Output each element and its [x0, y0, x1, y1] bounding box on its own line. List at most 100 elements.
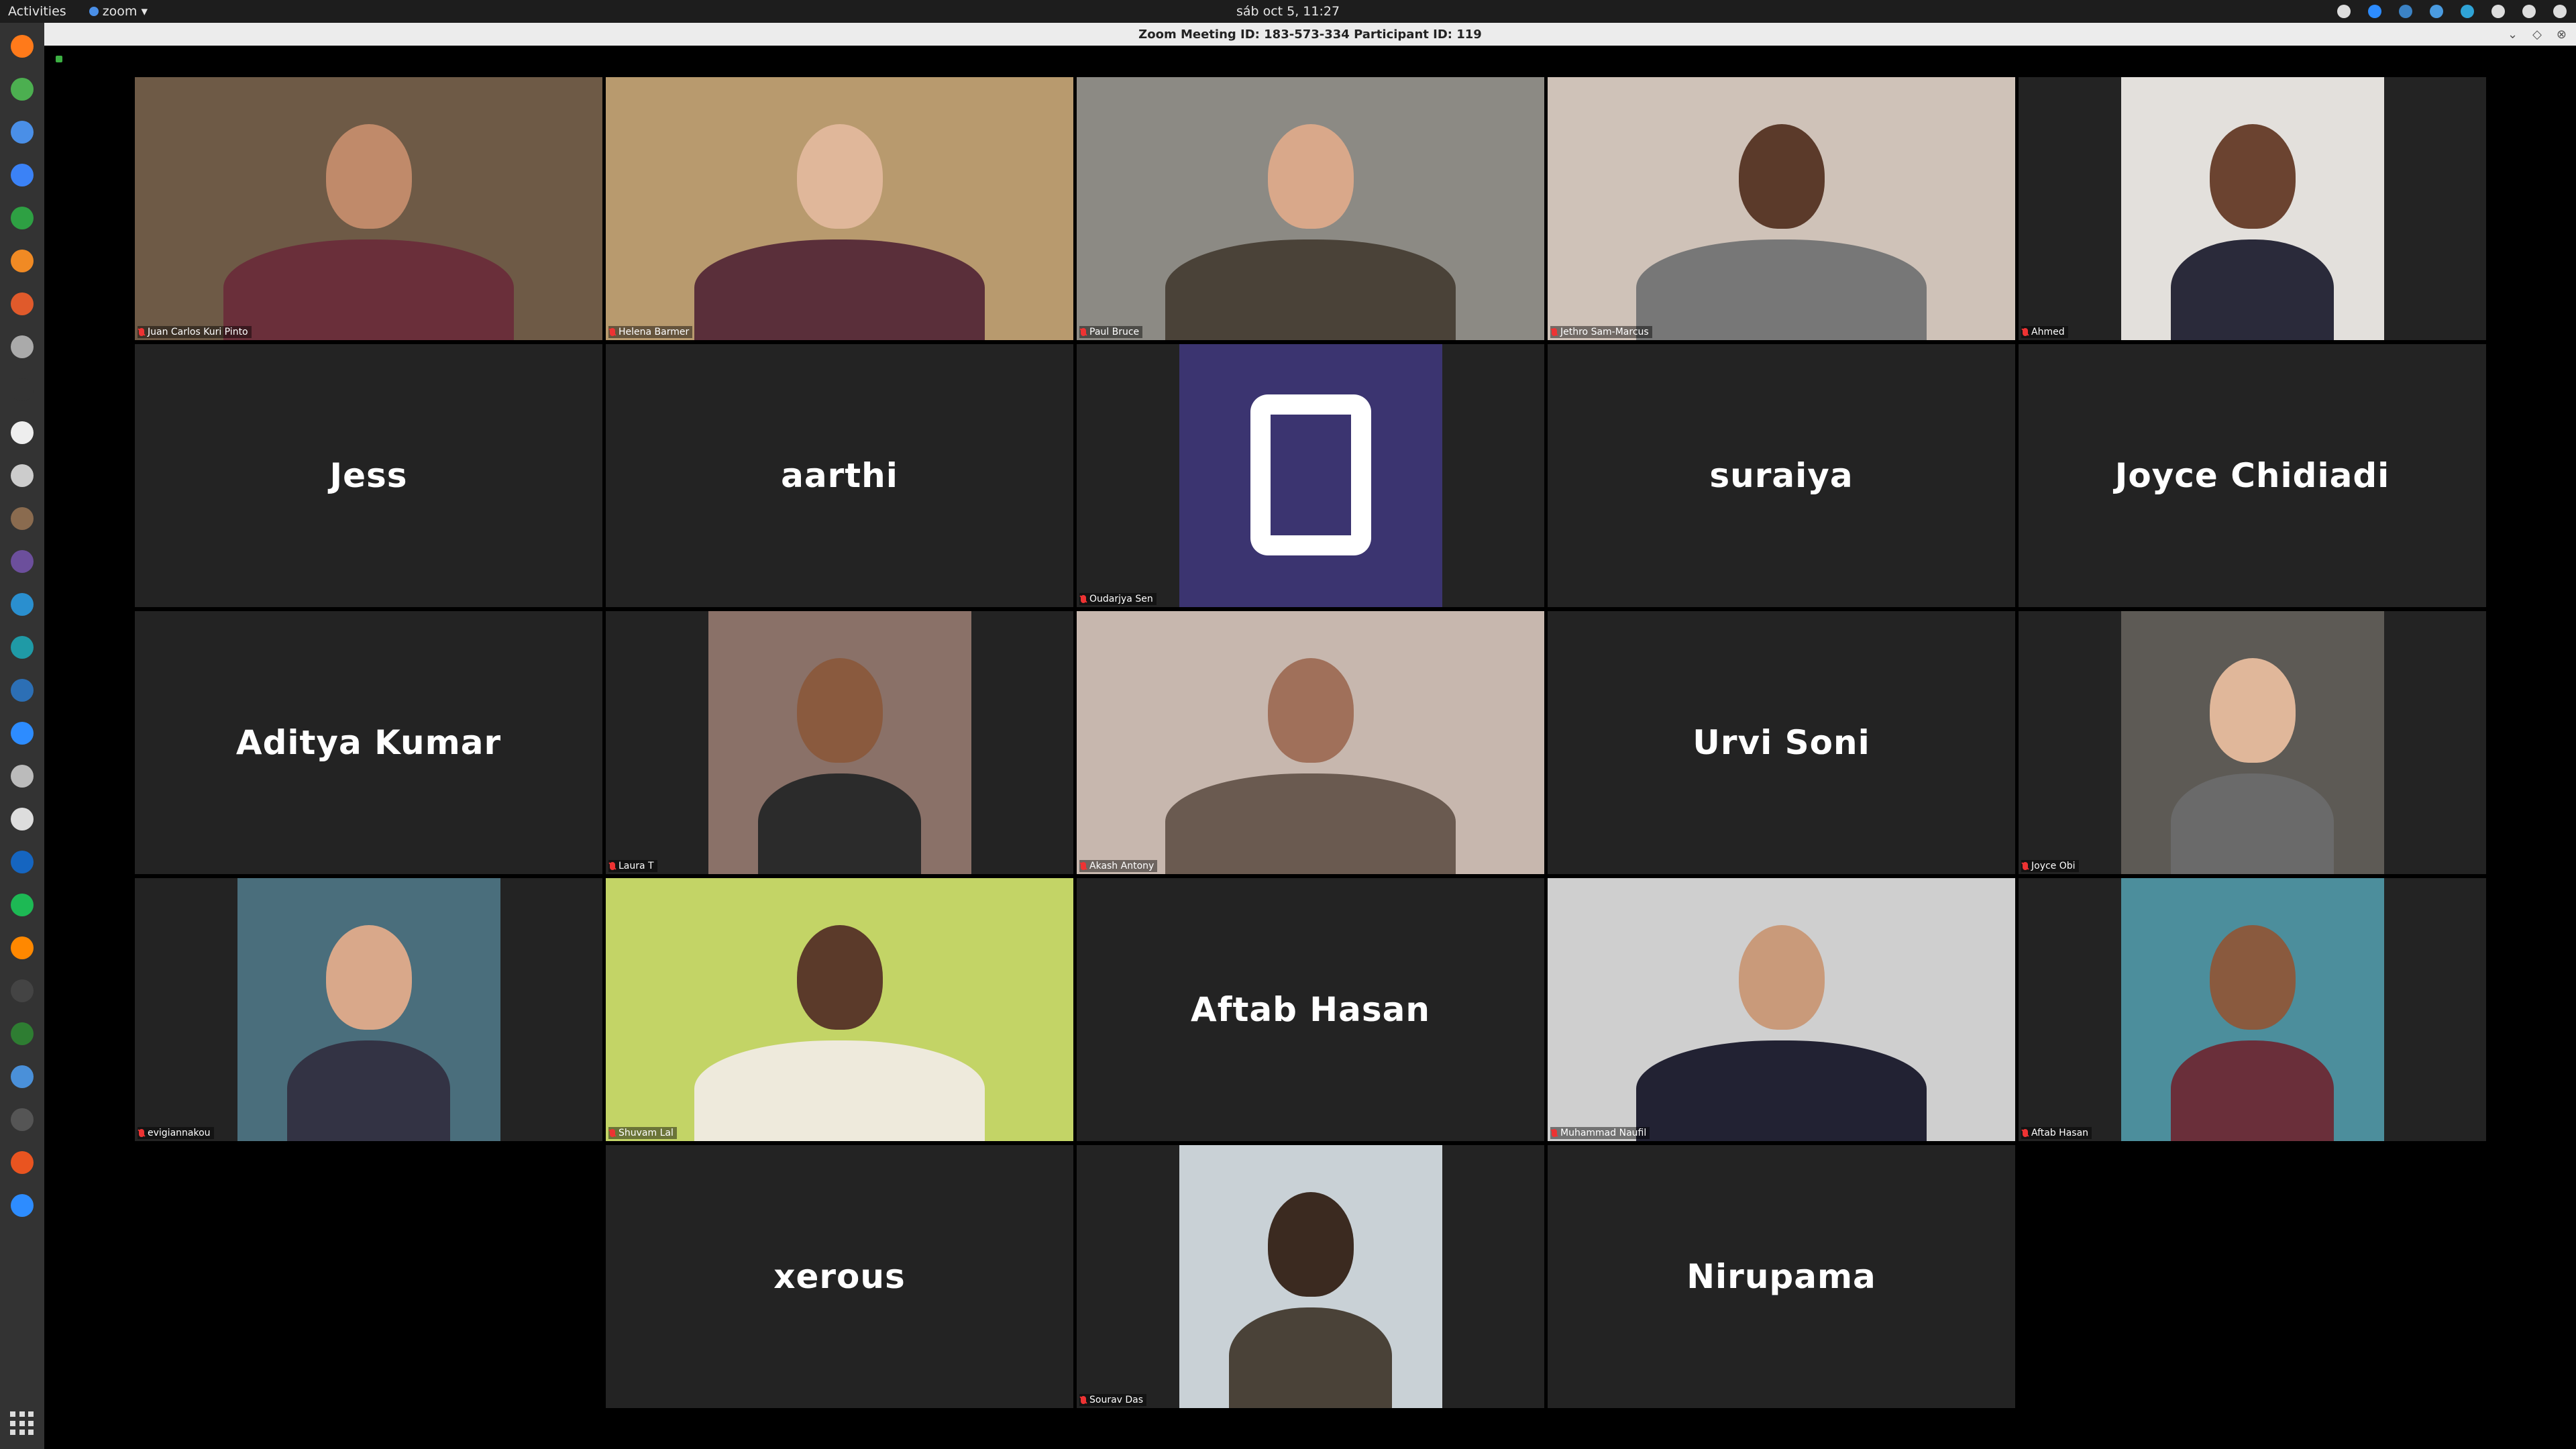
- chromium-icon[interactable]: [8, 118, 36, 146]
- gimp-icon[interactable]: [8, 504, 36, 533]
- participant-tile[interactable]: Akash Antony: [1077, 611, 1544, 874]
- clock[interactable]: sáb oct 5, 11:27: [0, 4, 2576, 19]
- participant-name-label: Aftab Hasan: [2021, 1127, 2092, 1139]
- zoom-meeting-icon[interactable]: [8, 1191, 36, 1220]
- close-icon[interactable]: ⊗: [2557, 28, 2567, 42]
- disc-icon[interactable]: [8, 462, 36, 490]
- muted-mic-icon: [1552, 328, 1557, 336]
- gnome-icon[interactable]: [8, 1020, 36, 1048]
- terminal-icon[interactable]: [8, 376, 36, 404]
- participant-tile[interactable]: Urvi Soni: [1548, 611, 2015, 874]
- participant-face: [2209, 124, 2296, 229]
- chrome-icon[interactable]: [8, 75, 36, 103]
- participant-tile[interactable]: Muhammad Naufil: [1548, 878, 2015, 1141]
- firefox-glyph: [11, 35, 34, 58]
- monitor-icon[interactable]: [8, 1106, 36, 1134]
- participant-tile[interactable]: Aftab Hasan: [1077, 878, 1544, 1141]
- power-mode-icon[interactable]: [2461, 5, 2474, 18]
- text-editor-icon[interactable]: [8, 419, 36, 447]
- encryption-lock-icon[interactable]: [56, 56, 62, 62]
- dropbox-icon[interactable]: [2399, 5, 2412, 18]
- firefox-icon[interactable]: [8, 32, 36, 60]
- participant-tile[interactable]: Jethro Sam-Marcus: [1548, 77, 2015, 340]
- spotify-icon[interactable]: [8, 891, 36, 919]
- arduino-icon[interactable]: [8, 633, 36, 661]
- sheets-icon[interactable]: [8, 204, 36, 232]
- participant-tile[interactable]: Sourav Das: [1077, 1145, 1544, 1408]
- accessibility-icon[interactable]: [2337, 5, 2351, 18]
- globe-glyph: [11, 593, 34, 616]
- participant-body: [757, 773, 921, 874]
- participant-body: [2170, 1040, 2334, 1141]
- gimp-glyph: [11, 507, 34, 530]
- participant-face: [2209, 925, 2296, 1030]
- show-applications-icon[interactable]: [10, 1411, 34, 1436]
- chrome-glyph: [11, 78, 34, 101]
- network-icon[interactable]: [2491, 5, 2505, 18]
- participant-tile[interactable]: Ahmed: [2019, 77, 2486, 340]
- participant-tile[interactable]: Helena Barmer: [606, 77, 1073, 340]
- activities-button[interactable]: Activities: [8, 4, 66, 19]
- participant-body: [694, 239, 985, 340]
- participant-tile[interactable]: Paul Bruce: [1077, 77, 1544, 340]
- globe-icon[interactable]: [8, 590, 36, 619]
- minimize-icon[interactable]: ⌄: [2508, 28, 2518, 42]
- participant-name-label: Ahmed: [2021, 326, 2068, 338]
- ubuntu-icon[interactable]: [8, 1148, 36, 1177]
- app-menu[interactable]: zoom ▾: [89, 4, 148, 19]
- restore-icon[interactable]: ◇: [2532, 28, 2542, 42]
- spotify-glyph: [11, 894, 34, 916]
- inkscape-icon[interactable]: [8, 676, 36, 704]
- participant-name-label: evigiannakou: [138, 1127, 214, 1139]
- keyboard-icon[interactable]: [8, 805, 36, 833]
- bluetooth-icon[interactable]: [2430, 5, 2443, 18]
- zoom-icon[interactable]: [8, 719, 36, 747]
- participant-tile[interactable]: aarthi: [606, 344, 1073, 607]
- participant-video: [1548, 77, 2015, 340]
- virtualbox-icon[interactable]: [8, 848, 36, 876]
- participant-tile[interactable]: Juan Carlos Kuri Pinto: [135, 77, 602, 340]
- participant-body: [694, 1040, 985, 1141]
- participant-face: [1738, 124, 1825, 229]
- participant-tile[interactable]: Shuvam Lal: [606, 878, 1073, 1141]
- ubuntu-glyph: [11, 1151, 34, 1174]
- participant-tile[interactable]: Joyce Obi: [2019, 611, 2486, 874]
- tools-icon[interactable]: [8, 333, 36, 361]
- participant-name-placeholder: Joyce Chidiadi: [2114, 456, 2390, 495]
- slides-icon[interactable]: [8, 247, 36, 275]
- software-center-icon[interactable]: [8, 290, 36, 318]
- participant-tile[interactable]: Aditya Kumar: [135, 611, 602, 874]
- participant-name-label: Paul Bruce: [1079, 326, 1143, 338]
- participant-tile[interactable]: evigiannakou: [135, 878, 602, 1141]
- participant-tile[interactable]: Nirupama: [1548, 1145, 2015, 1408]
- participant-tile[interactable]: Joyce Chidiadi: [2019, 344, 2486, 607]
- participant-tile[interactable]: suraiya: [1548, 344, 2015, 607]
- vlc-icon[interactable]: [8, 934, 36, 962]
- participant-name-placeholder: aarthi: [781, 456, 898, 495]
- participant-video: [1077, 77, 1544, 340]
- participant-face: [1267, 124, 1354, 229]
- meeting-gallery: Juan Carlos Kuri Pinto Helena Barmer Paul …: [44, 46, 2576, 1449]
- files-icon[interactable]: [8, 762, 36, 790]
- participant-video: [237, 878, 500, 1141]
- volume-icon[interactable]: [2522, 5, 2536, 18]
- participant-video: [1077, 611, 1544, 874]
- window-title-bar: Zoom Meeting ID: 183-573-334 Participant…: [44, 23, 2576, 46]
- screen-icon[interactable]: [8, 977, 36, 1005]
- world-icon[interactable]: [8, 1063, 36, 1091]
- participant-tile[interactable]: Laura T: [606, 611, 1073, 874]
- muted-mic-icon: [610, 1129, 615, 1137]
- power-icon[interactable]: [2553, 5, 2567, 18]
- participant-tile[interactable]: Oudarjya Sen: [1077, 344, 1544, 607]
- participant-tile[interactable]: Jess: [135, 344, 602, 607]
- zoom-tray-icon[interactable]: [2368, 5, 2381, 18]
- zoom-app-icon: [89, 7, 99, 16]
- video-editor-icon[interactable]: [8, 547, 36, 576]
- participant-tile[interactable]: xerous: [606, 1145, 1073, 1408]
- docs-icon[interactable]: [8, 161, 36, 189]
- participant-body: [1636, 239, 1927, 340]
- participant-tile[interactable]: Aftab Hasan: [2019, 878, 2486, 1141]
- software-center-glyph: [11, 292, 34, 315]
- docs-glyph: [11, 164, 34, 186]
- sheets-glyph: [11, 207, 34, 229]
